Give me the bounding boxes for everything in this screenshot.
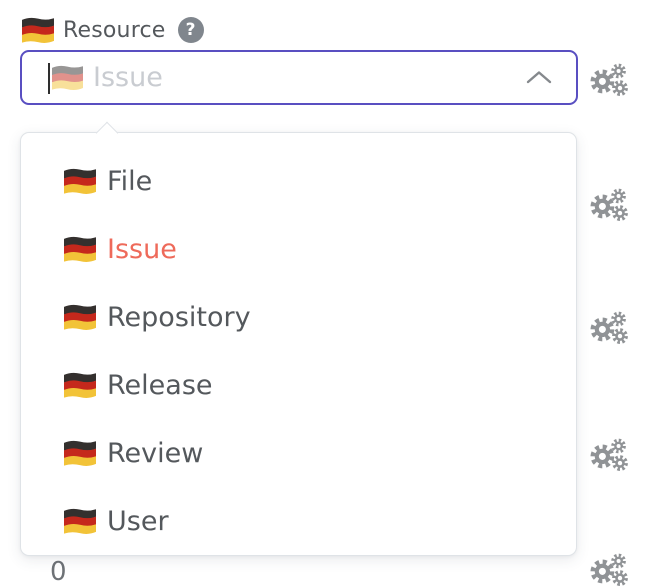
field-settings-gears-icon[interactable] [590, 187, 630, 223]
dropdown-option-file[interactable]: File [21, 147, 576, 215]
germany-flag-icon [52, 65, 83, 90]
resource-combobox[interactable]: Issue [20, 50, 578, 105]
resource-dropdown-menu: File Issue Repository Release Review Use [20, 132, 577, 556]
field-settings-gears-icon[interactable] [590, 552, 630, 588]
chevron-up-icon[interactable] [526, 70, 552, 84]
resource-field-label: Resource ? [22, 15, 204, 45]
option-label: Issue [107, 234, 177, 265]
background-field-value: 0 [50, 557, 67, 587]
dropdown-option-repository[interactable]: Repository [21, 283, 576, 351]
dropdown-option-issue[interactable]: Issue [21, 215, 576, 283]
option-label: Review [107, 438, 203, 469]
germany-flag-icon [64, 440, 96, 466]
germany-flag-icon [64, 168, 96, 194]
dropdown-option-review[interactable]: Review [21, 419, 576, 487]
dropdown-option-release[interactable]: Release [21, 351, 576, 419]
field-label-text: Resource [63, 18, 166, 43]
field-settings-gears-icon[interactable] [590, 437, 630, 473]
option-label: Release [107, 370, 213, 401]
resource-field-region: Resource ? Issue 0 File Issue [0, 0, 650, 572]
germany-flag-icon [22, 17, 54, 43]
field-settings-gears-icon[interactable] [590, 62, 630, 98]
germany-flag-icon [64, 304, 96, 330]
germany-flag-icon [64, 508, 96, 534]
dropdown-option-user[interactable]: User [21, 487, 576, 555]
option-label: File [107, 166, 152, 197]
text-caret [48, 63, 50, 94]
help-icon[interactable]: ? [178, 17, 204, 43]
dropdown-notch [96, 122, 119, 145]
field-settings-gears-icon[interactable] [590, 310, 630, 346]
combobox-placeholder: Issue [93, 52, 163, 103]
germany-flag-icon [64, 236, 96, 262]
germany-flag-icon [64, 372, 96, 398]
dropdown-option-list: File Issue Repository Release Review Use [21, 147, 576, 555]
option-label: User [107, 506, 169, 537]
option-label: Repository [107, 302, 251, 333]
